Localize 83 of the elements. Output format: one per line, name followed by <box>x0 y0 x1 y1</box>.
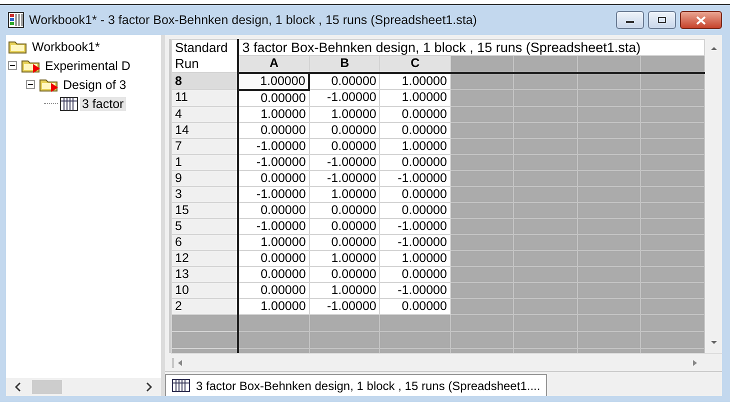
table-cell[interactable]: -1.00000 <box>380 282 450 298</box>
collapse-icon[interactable] <box>8 61 17 70</box>
table-cell[interactable]: 1.00000 <box>309 282 380 298</box>
table-cell[interactable]: 0.00000 <box>380 298 450 314</box>
table-cell[interactable]: -1.00000 <box>380 170 450 186</box>
tree-item[interactable]: Design of 3 <box>61 78 128 92</box>
table-cell[interactable]: 1.00000 <box>309 106 380 122</box>
spreadsheet-icon <box>8 12 24 28</box>
table-cell[interactable]: 0.00000 <box>380 186 450 202</box>
table-cell[interactable]: 1.00000 <box>380 138 450 154</box>
table-cell[interactable]: 1.00000 <box>238 234 310 250</box>
scroll-left-icon[interactable] <box>14 382 22 392</box>
row-header[interactable]: 2 <box>172 298 238 314</box>
column-header: Standard Run <box>175 40 228 71</box>
table-cell[interactable]: 0.00000 <box>238 122 310 138</box>
table-cell[interactable]: 0.00000 <box>380 202 450 218</box>
table-cell[interactable]: -1.00000 <box>309 154 380 170</box>
table-cell[interactable]: 0.00000 <box>309 266 380 282</box>
table-cell[interactable]: -1.00000 <box>380 218 450 234</box>
close-button[interactable] <box>680 11 722 29</box>
table-cell[interactable]: 0.00000 <box>309 122 380 138</box>
row-header[interactable]: 12 <box>172 250 238 266</box>
table-cell[interactable]: 0.00000 <box>238 170 310 186</box>
table-cell[interactable]: 0.00000 <box>238 266 310 282</box>
table-cell[interactable]: -1.00000 <box>238 186 310 202</box>
row-header[interactable]: 1 <box>172 154 238 170</box>
row-header[interactable]: 4 <box>172 106 238 122</box>
row-header[interactable]: 10 <box>172 282 238 298</box>
table-cell[interactable]: 0.00000 <box>309 234 380 250</box>
table-cell[interactable]: 0.00000 <box>238 250 310 266</box>
table-cell[interactable]: 0.00000 <box>238 282 310 298</box>
table-cell[interactable]: 1.00000 <box>238 298 310 314</box>
maximize-icon <box>657 16 667 24</box>
row-header[interactable]: 14 <box>172 122 238 138</box>
row-header[interactable]: 13 <box>172 266 238 282</box>
table-cell[interactable]: 1.00000 <box>380 250 450 266</box>
table-cell[interactable]: 0.00000 <box>380 106 450 122</box>
folder-icon <box>8 39 28 54</box>
table-cell[interactable]: 0.00000 <box>238 202 310 218</box>
table-cell[interactable]: -1.00000 <box>309 90 380 106</box>
row-header[interactable]: 7 <box>172 138 238 154</box>
table-cell[interactable]: 0.00000 <box>309 202 380 218</box>
table-cell[interactable]: 1.00000 <box>309 250 380 266</box>
table-cell[interactable]: 0.00000 <box>309 138 380 154</box>
table-cell[interactable]: -1.00000 <box>238 218 310 234</box>
table-cell[interactable]: 0.00000 <box>380 154 450 170</box>
table-cell[interactable]: -1.00000 <box>238 154 310 170</box>
tree-item[interactable]: Workbook1* <box>30 40 102 54</box>
table-cell[interactable]: 0.00000 <box>309 218 380 234</box>
table-cell[interactable]: 0.00000 <box>380 122 450 138</box>
table-cell[interactable]: 1.00000 <box>309 186 380 202</box>
column-header[interactable]: B <box>309 56 380 72</box>
sheet-tab[interactable]: 3 factor Box-Behnken design, 1 block , 15 runs (Spreadsheet1.... <box>165 374 548 396</box>
table-cell[interactable]: 1.00000 <box>380 90 450 106</box>
table-cell[interactable]: 0.00000 <box>380 266 450 282</box>
scroll-thumb[interactable] <box>32 380 62 394</box>
row-header[interactable]: 5 <box>172 218 238 234</box>
folder-arrow-icon <box>21 58 41 73</box>
tree-item[interactable]: 3 factor <box>80 96 126 110</box>
table-cell[interactable]: -1.00000 <box>380 234 450 250</box>
spreadsheet-title: 3 factor Box-Behnken design, 1 block , 15 runs (Spreadsheet1.sta) <box>238 40 704 56</box>
minimize-button[interactable] <box>616 11 644 29</box>
table-cell[interactable]: -1.00000 <box>309 170 380 186</box>
table-cell[interactable]: -1.00000 <box>309 298 380 314</box>
scroll-right-icon[interactable] <box>145 382 153 392</box>
row-header[interactable]: 11 <box>172 90 238 106</box>
row-header[interactable]: 9 <box>172 170 238 186</box>
row-header[interactable]: 8 <box>172 72 238 90</box>
row-header[interactable]: 15 <box>172 202 238 218</box>
window-title: Workbook1* - 3 factor Box-Behnken design, 1 block , 15 runs (Spreadsheet1.sta) <box>29 13 477 27</box>
folder-arrow-icon <box>39 77 59 92</box>
column-header[interactable]: C <box>380 56 450 72</box>
column-header[interactable]: A <box>238 56 310 72</box>
spreadsheet-icon <box>60 96 78 110</box>
table-cell[interactable]: -1.00000 <box>238 138 310 154</box>
spreadsheet-icon <box>172 379 190 392</box>
row-header[interactable]: 6 <box>172 234 238 250</box>
close-icon <box>696 16 706 24</box>
maximize-button[interactable] <box>648 11 676 29</box>
collapse-icon[interactable] <box>26 80 35 89</box>
tree-item[interactable]: Experimental D <box>43 58 132 72</box>
row-header[interactable]: 3 <box>172 186 238 202</box>
table-cell[interactable]: 1.00000 <box>238 106 310 122</box>
